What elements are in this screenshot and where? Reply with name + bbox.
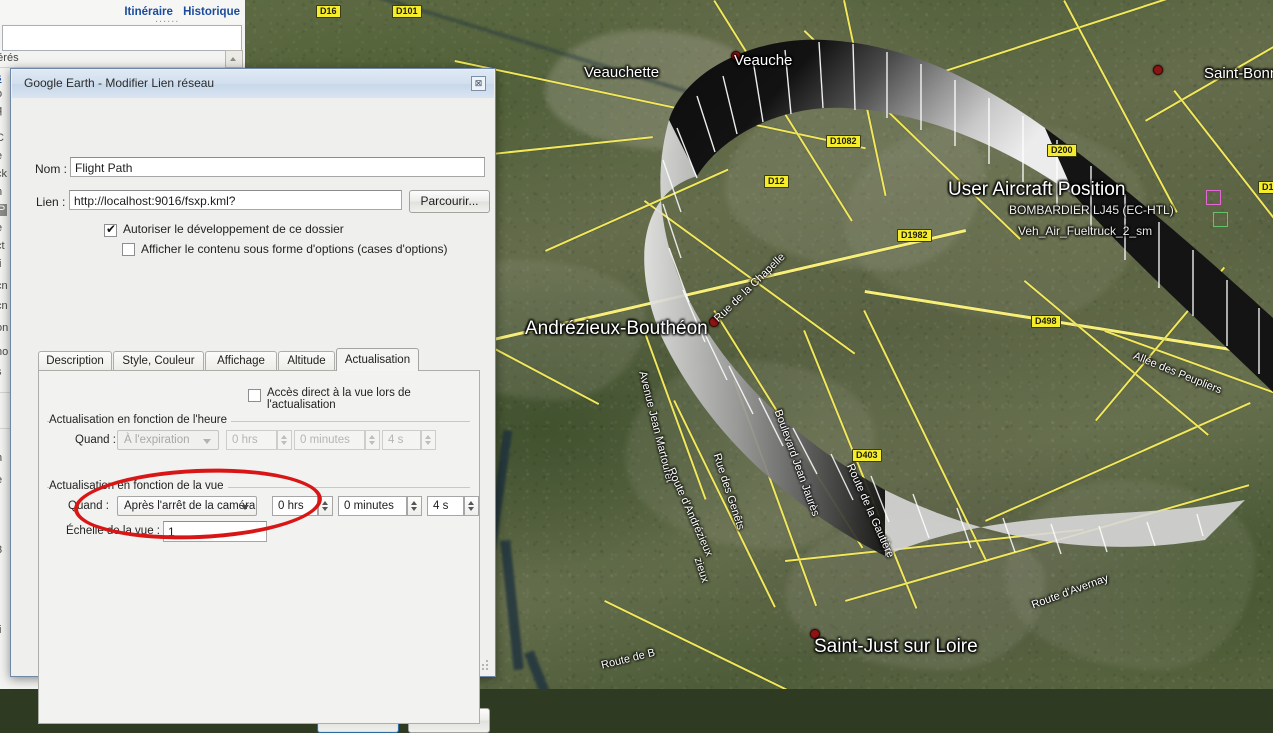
- place-label-veauche: Veauche: [734, 52, 792, 69]
- bg-nav-links: Itinéraire Historique: [117, 6, 240, 18]
- bg-favorites-label: éférés: [0, 52, 19, 64]
- bg-fragment-5: ck: [0, 168, 7, 180]
- time-minutes-stepper[interactable]: [365, 430, 380, 450]
- view-hours-stepper[interactable]: [318, 496, 333, 516]
- road-shield-d200: D200: [1047, 144, 1077, 157]
- road-shield-d1982: D1982: [897, 229, 932, 242]
- dialog-title: Google Earth - Modifier Lien réseau: [24, 76, 214, 90]
- fly-to-view-label: Accès direct à la vue lors de l'actualis…: [267, 387, 479, 411]
- bg-fragment-11: cn: [0, 280, 8, 292]
- tab-description[interactable]: Description: [38, 351, 112, 371]
- view-when-label: Quand :: [68, 500, 109, 512]
- allow-expand-checkbox[interactable]: [104, 224, 117, 237]
- bg-fragment-2: q: [0, 104, 2, 116]
- show-as-options-checkbox[interactable]: [122, 243, 135, 256]
- time-when-value: À l'expiration: [124, 434, 189, 446]
- time-group-title: Actualisation en fonction de l'heure: [49, 414, 231, 426]
- bg-fragment-14: ho: [0, 346, 8, 358]
- road-shield-d12: D12: [764, 175, 789, 188]
- bg-fragment-19: ti: [0, 624, 2, 636]
- place-label-fueltruck: Veh_Air_Fueltruck_2_sm: [1018, 224, 1152, 238]
- road-shield-d403: D403: [852, 449, 882, 462]
- bg-favorites-row: éférés: [0, 51, 245, 68]
- time-when-select[interactable]: À l'expiration: [117, 430, 219, 450]
- kml-model-box-aircraft: [1206, 190, 1221, 205]
- bg-fragment-7: P: [0, 204, 7, 216]
- view-scale-label: Échelle de la vue :: [66, 525, 160, 537]
- time-minutes-input[interactable]: 0 minutes: [294, 430, 365, 450]
- place-label-bombardier-lj45: BOMBARDIER LJ45 (EC-HTL): [1009, 203, 1174, 217]
- view-scale-input[interactable]: 1: [163, 521, 267, 542]
- fly-to-view-checkbox[interactable]: [248, 389, 261, 402]
- bg-fragment-16: n: [0, 452, 2, 464]
- tab-affichage[interactable]: Affichage: [205, 351, 277, 371]
- bg-fragment-9: ct: [0, 240, 5, 252]
- view-seconds-stepper[interactable]: [464, 496, 479, 516]
- place-label-saint-bonnet: Saint-Bonn: [1204, 65, 1273, 82]
- view-when-value: Après l'arrêt de la caméra: [124, 500, 255, 512]
- view-minutes-stepper[interactable]: [407, 496, 422, 516]
- place-label-saint-just: Saint-Just sur Loire: [814, 636, 978, 658]
- tab-actualisation[interactable]: Actualisation: [336, 348, 419, 371]
- edit-network-link-dialog[interactable]: Google Earth - Modifier Lien réseau ⊠ No…: [10, 68, 496, 677]
- link-input[interactable]: http://localhost:9016/fsxp.kml?: [69, 190, 402, 210]
- road-shield-d10: D10: [1258, 181, 1273, 194]
- bg-fragment-1: o: [0, 88, 2, 100]
- bg-fragment-15: s: [0, 366, 2, 378]
- place-label-andrezieux: Andrézieux-Bouthéon: [525, 318, 708, 340]
- show-as-options-label: Afficher le contenu sous forme d'options…: [141, 242, 448, 256]
- name-input[interactable]: Flight Path: [70, 157, 485, 177]
- tab-altitude[interactable]: Altitude: [278, 351, 335, 371]
- link-itineraire[interactable]: Itinéraire: [124, 6, 173, 18]
- time-seconds-stepper[interactable]: [421, 430, 436, 450]
- bg-fragment-18: 3: [0, 544, 2, 556]
- chevron-down-icon: [203, 439, 211, 444]
- tab-strip[interactable]: Description Style, Couleur Affichage Alt…: [38, 351, 478, 371]
- place-label-veauchette: Veauchette: [584, 64, 659, 81]
- bg-fragment-8: e: [0, 222, 2, 234]
- bg-fragment-12: cn: [0, 300, 8, 312]
- bg-fragment-4: e: [0, 150, 2, 162]
- place-marker[interactable]: [1153, 65, 1163, 75]
- view-when-select[interactable]: Après l'arrêt de la caméra: [117, 496, 257, 516]
- browse-button[interactable]: Parcourir...: [409, 190, 490, 213]
- view-hours-input[interactable]: 0 hrs: [272, 496, 318, 516]
- time-seconds-input[interactable]: 4 s: [382, 430, 421, 450]
- view-seconds-input[interactable]: 4 s: [427, 496, 464, 516]
- view-group-title: Actualisation en fonction de la vue: [49, 480, 228, 492]
- link-historique[interactable]: Historique: [183, 6, 240, 18]
- bg-fragment-17: e: [0, 474, 2, 486]
- bg-fragment-6: n: [0, 186, 2, 198]
- dialog-title-bar[interactable]: Google Earth - Modifier Lien réseau ⊠: [12, 70, 494, 99]
- road-shield-d1082: D1082: [826, 135, 861, 148]
- road-shield-d16: D16: [316, 5, 341, 18]
- place-label-user-aircraft-position: User Aircraft Position: [948, 179, 1125, 201]
- bg-scroll-up-button[interactable]: [225, 50, 243, 68]
- bg-search-input[interactable]: [2, 25, 242, 51]
- bg-fragment-0[interactable]: s: [0, 72, 2, 84]
- actualisation-tab-panel: Accès direct à la vue lors de l'actualis…: [38, 370, 480, 724]
- view-minutes-input[interactable]: 0 minutes: [338, 496, 407, 516]
- road-shield-d101: D101: [392, 5, 422, 18]
- close-icon[interactable]: ⊠: [471, 76, 486, 91]
- allow-expand-label: Autoriser le développement de ce dossier: [123, 222, 344, 236]
- name-label: Nom :: [35, 162, 67, 176]
- time-when-label: Quand :: [75, 434, 116, 446]
- chevron-down-icon: [241, 505, 249, 510]
- road-shield-d498: D498: [1031, 315, 1061, 328]
- dialog-body: Nom : Flight Path Lien : http://localhos…: [12, 98, 494, 675]
- time-hours-input[interactable]: 0 hrs: [226, 430, 277, 450]
- bg-fragment-13: on: [0, 322, 8, 334]
- bg-fragment-3: C: [0, 132, 4, 144]
- bg-fragment-10: fi: [0, 258, 2, 270]
- tab-style-couleur[interactable]: Style, Couleur: [113, 351, 204, 371]
- time-hours-stepper[interactable]: [277, 430, 292, 450]
- link-label: Lien :: [36, 195, 65, 209]
- kml-model-box-fueltruck: [1213, 212, 1228, 227]
